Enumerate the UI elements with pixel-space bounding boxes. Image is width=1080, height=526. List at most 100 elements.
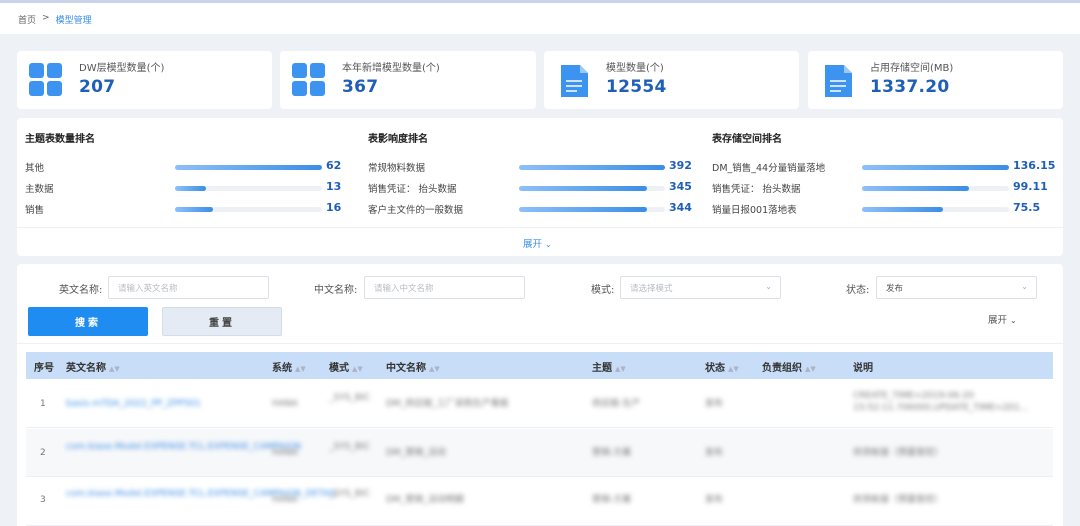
input-placeholder: 请输入英文名称 <box>118 284 178 294</box>
ranking-bar <box>862 186 1009 191</box>
cell-index: 2 <box>40 448 46 458</box>
ranking-value: 392 <box>669 159 692 172</box>
ranking-row: 其他 62 <box>25 158 365 176</box>
select-placeholder: 请选择模式 <box>630 284 673 294</box>
stat-card-model-count: 模型数量(个) 12554 <box>544 51 799 109</box>
cell-english-name[interactable]: basis-mTDA_2022_PP_ZPP501 <box>66 398 256 410</box>
ranking-name: 其他 <box>25 163 45 174</box>
ranking-bar <box>519 165 665 170</box>
ranking-bar-fill <box>519 207 648 212</box>
sort-icon: ▲▼ <box>429 365 440 373</box>
table-header: 序号 英文名称 ▲▼ 系统 ▲▼ 模式 ▲▼ 中文名称 ▲▼ 主题 ▲▼ 状态 ▲▼ 负责组… <box>26 352 1053 379</box>
table-row[interactable]: 2 com.biase.Model.EXPENSE.TCL.EXPENSE_CA… <box>26 429 1053 477</box>
chinese-name-input[interactable]: 请输入中文名称 <box>364 276 525 299</box>
cell-english-name[interactable]: com.biase.Model.EXPENSE.TCL.EXPENSE_CAMP… <box>66 488 337 500</box>
cell-system: HANA <box>272 495 298 505</box>
column-header-mode[interactable]: 模式 ▲▼ <box>329 359 363 374</box>
ranking-name: DM_销售_44分量销量落地 <box>712 163 826 174</box>
mode-select[interactable]: 请选择模式 ⌄ <box>620 276 781 299</box>
column-header-english-name[interactable]: 英文名称 ▲▼ <box>66 359 120 374</box>
cell-theme: 供应链-生产 <box>592 399 641 409</box>
chevron-down-icon: ⌄ <box>765 282 772 291</box>
english-name-input[interactable]: 请输入英文名称 <box>108 276 269 299</box>
stat-label: 本年新增模型数量(个) <box>342 63 440 74</box>
expand-label: 展开 <box>988 315 1008 326</box>
sort-icon: ▲▼ <box>352 365 363 373</box>
ranking-bar-fill <box>862 165 1009 170</box>
ranking-title: 表存储空间排名 <box>712 134 782 145</box>
ranking-value: 136.15 <box>1013 159 1056 172</box>
breadcrumb-home[interactable]: 首页 <box>18 13 36 26</box>
cell-theme: 营销-方案 <box>592 495 632 505</box>
sort-icon: ▲▼ <box>295 365 306 373</box>
column-header-system[interactable]: 系统 ▲▼ <box>272 359 306 374</box>
ranking-bar-fill <box>519 186 648 191</box>
ranking-name: 销售凭证： 抬头数据 <box>712 184 801 195</box>
cell-mode: _SYS_BIC <box>329 489 371 499</box>
stat-card-new-models: 本年新增模型数量(个) 367 <box>280 51 536 109</box>
ranking-value: 16 <box>326 201 342 214</box>
column-header-theme[interactable]: 主题 ▲▼ <box>592 359 626 374</box>
filter-label-english-name: 英文名称: <box>59 285 103 296</box>
ranking-row: 销售 16 <box>25 200 365 218</box>
ranking-bar <box>175 207 322 212</box>
ranking-value: 344 <box>669 201 692 214</box>
ranking-value: 13 <box>326 180 342 193</box>
status-select[interactable]: 发布 ⌄ <box>876 276 1037 299</box>
table-row[interactable]: 1 basis-mTDA_2022_PP_ZPP501 HANA _SYS_BI… <box>26 380 1053 428</box>
breadcrumb-current: 模型管理 <box>55 16 92 26</box>
ranking-bar <box>519 186 665 191</box>
column-header-index: 序号 <box>34 363 54 374</box>
grid-icon <box>292 63 328 99</box>
chevron-down-icon: ⌄ <box>545 240 552 249</box>
ranking-bar <box>519 207 665 212</box>
table-row[interactable]: 3 com.biase.Model.EXPENSE.TCL.EXPENSE_CA… <box>26 478 1053 526</box>
cell-mode: _SYS_BIC <box>329 442 371 452</box>
ranking-bar <box>862 207 1009 212</box>
cell-system: HANA <box>272 399 298 409</box>
filters-expand-toggle[interactable]: 展开 ⌄ <box>988 312 1017 326</box>
cell-mode: _SYS_BIC <box>329 393 371 403</box>
filter-label-chinese-name: 中文名称: <box>314 285 358 296</box>
ranking-value: 62 <box>326 159 342 172</box>
stat-label: 占用存储空间(MB) <box>870 63 954 74</box>
ranking-row: 主数据 13 <box>25 179 365 197</box>
stat-value: 1337.20 <box>870 77 950 97</box>
cell-index: 1 <box>40 399 46 409</box>
search-button[interactable]: 搜索 <box>28 307 148 336</box>
ranking-bar <box>862 165 1009 170</box>
header-bar: 首页 > 模型管理 <box>0 0 1080 34</box>
ranking-name: 主数据 <box>25 184 54 195</box>
rankings-expand-toggle[interactable]: 展开 ⌄ <box>523 236 552 250</box>
ranking-bar <box>175 165 322 170</box>
reset-button[interactable]: 重置 <box>162 307 282 336</box>
stat-value: 207 <box>79 77 116 97</box>
column-header-status[interactable]: 状态 ▲▼ <box>705 359 739 374</box>
stat-value: 12554 <box>606 77 667 97</box>
ranking-bar <box>175 186 322 191</box>
column-header-chinese-name[interactable]: 中文名称 ▲▼ <box>386 359 440 374</box>
sort-icon: ▲▼ <box>615 365 626 373</box>
ranking-value: 75.5 <box>1013 201 1041 214</box>
column-header-org[interactable]: 负责组织 ▲▼ <box>762 359 816 374</box>
ranking-name: 销售凭证： 抬头数据 <box>368 184 457 195</box>
stat-card-dw-models: DW层模型数量(个) 207 <box>17 51 272 109</box>
document-icon <box>561 65 588 97</box>
cell-description: CREATE_TIME=2019-06-20 15:52:11.706000,U… <box>853 391 1029 413</box>
stat-label: 模型数量(个) <box>606 63 664 74</box>
column-header-description: 说明 <box>853 363 873 374</box>
ranking-bar-fill <box>175 165 322 170</box>
ranking-row: 销售凭证： 抬头数据 99.11 <box>712 179 1052 197</box>
ranking-name: 销量日报001落地表 <box>712 205 797 216</box>
stat-card-storage: 占用存储空间(MB) 1337.20 <box>808 51 1063 109</box>
ranking-row: 常规物料数据 392 <box>368 158 708 176</box>
filter-label-status: 状态: <box>846 285 870 296</box>
cell-chinese-name: DM_营销_活动明细 <box>386 495 464 505</box>
grid-icon <box>29 63 65 99</box>
ranking-bar-fill <box>519 165 665 170</box>
cell-english-name[interactable]: com.biase.Model.EXPENSE.TCL.EXPENSE_CAMP… <box>66 441 301 453</box>
stat-value: 367 <box>342 77 379 97</box>
ranking-row: 客户主文件的一般数据 344 <box>368 200 708 218</box>
ranking-row: DM_销售_44分量销量落地 136.15 <box>712 158 1056 176</box>
chevron-down-icon: ⌄ <box>1021 282 1028 291</box>
